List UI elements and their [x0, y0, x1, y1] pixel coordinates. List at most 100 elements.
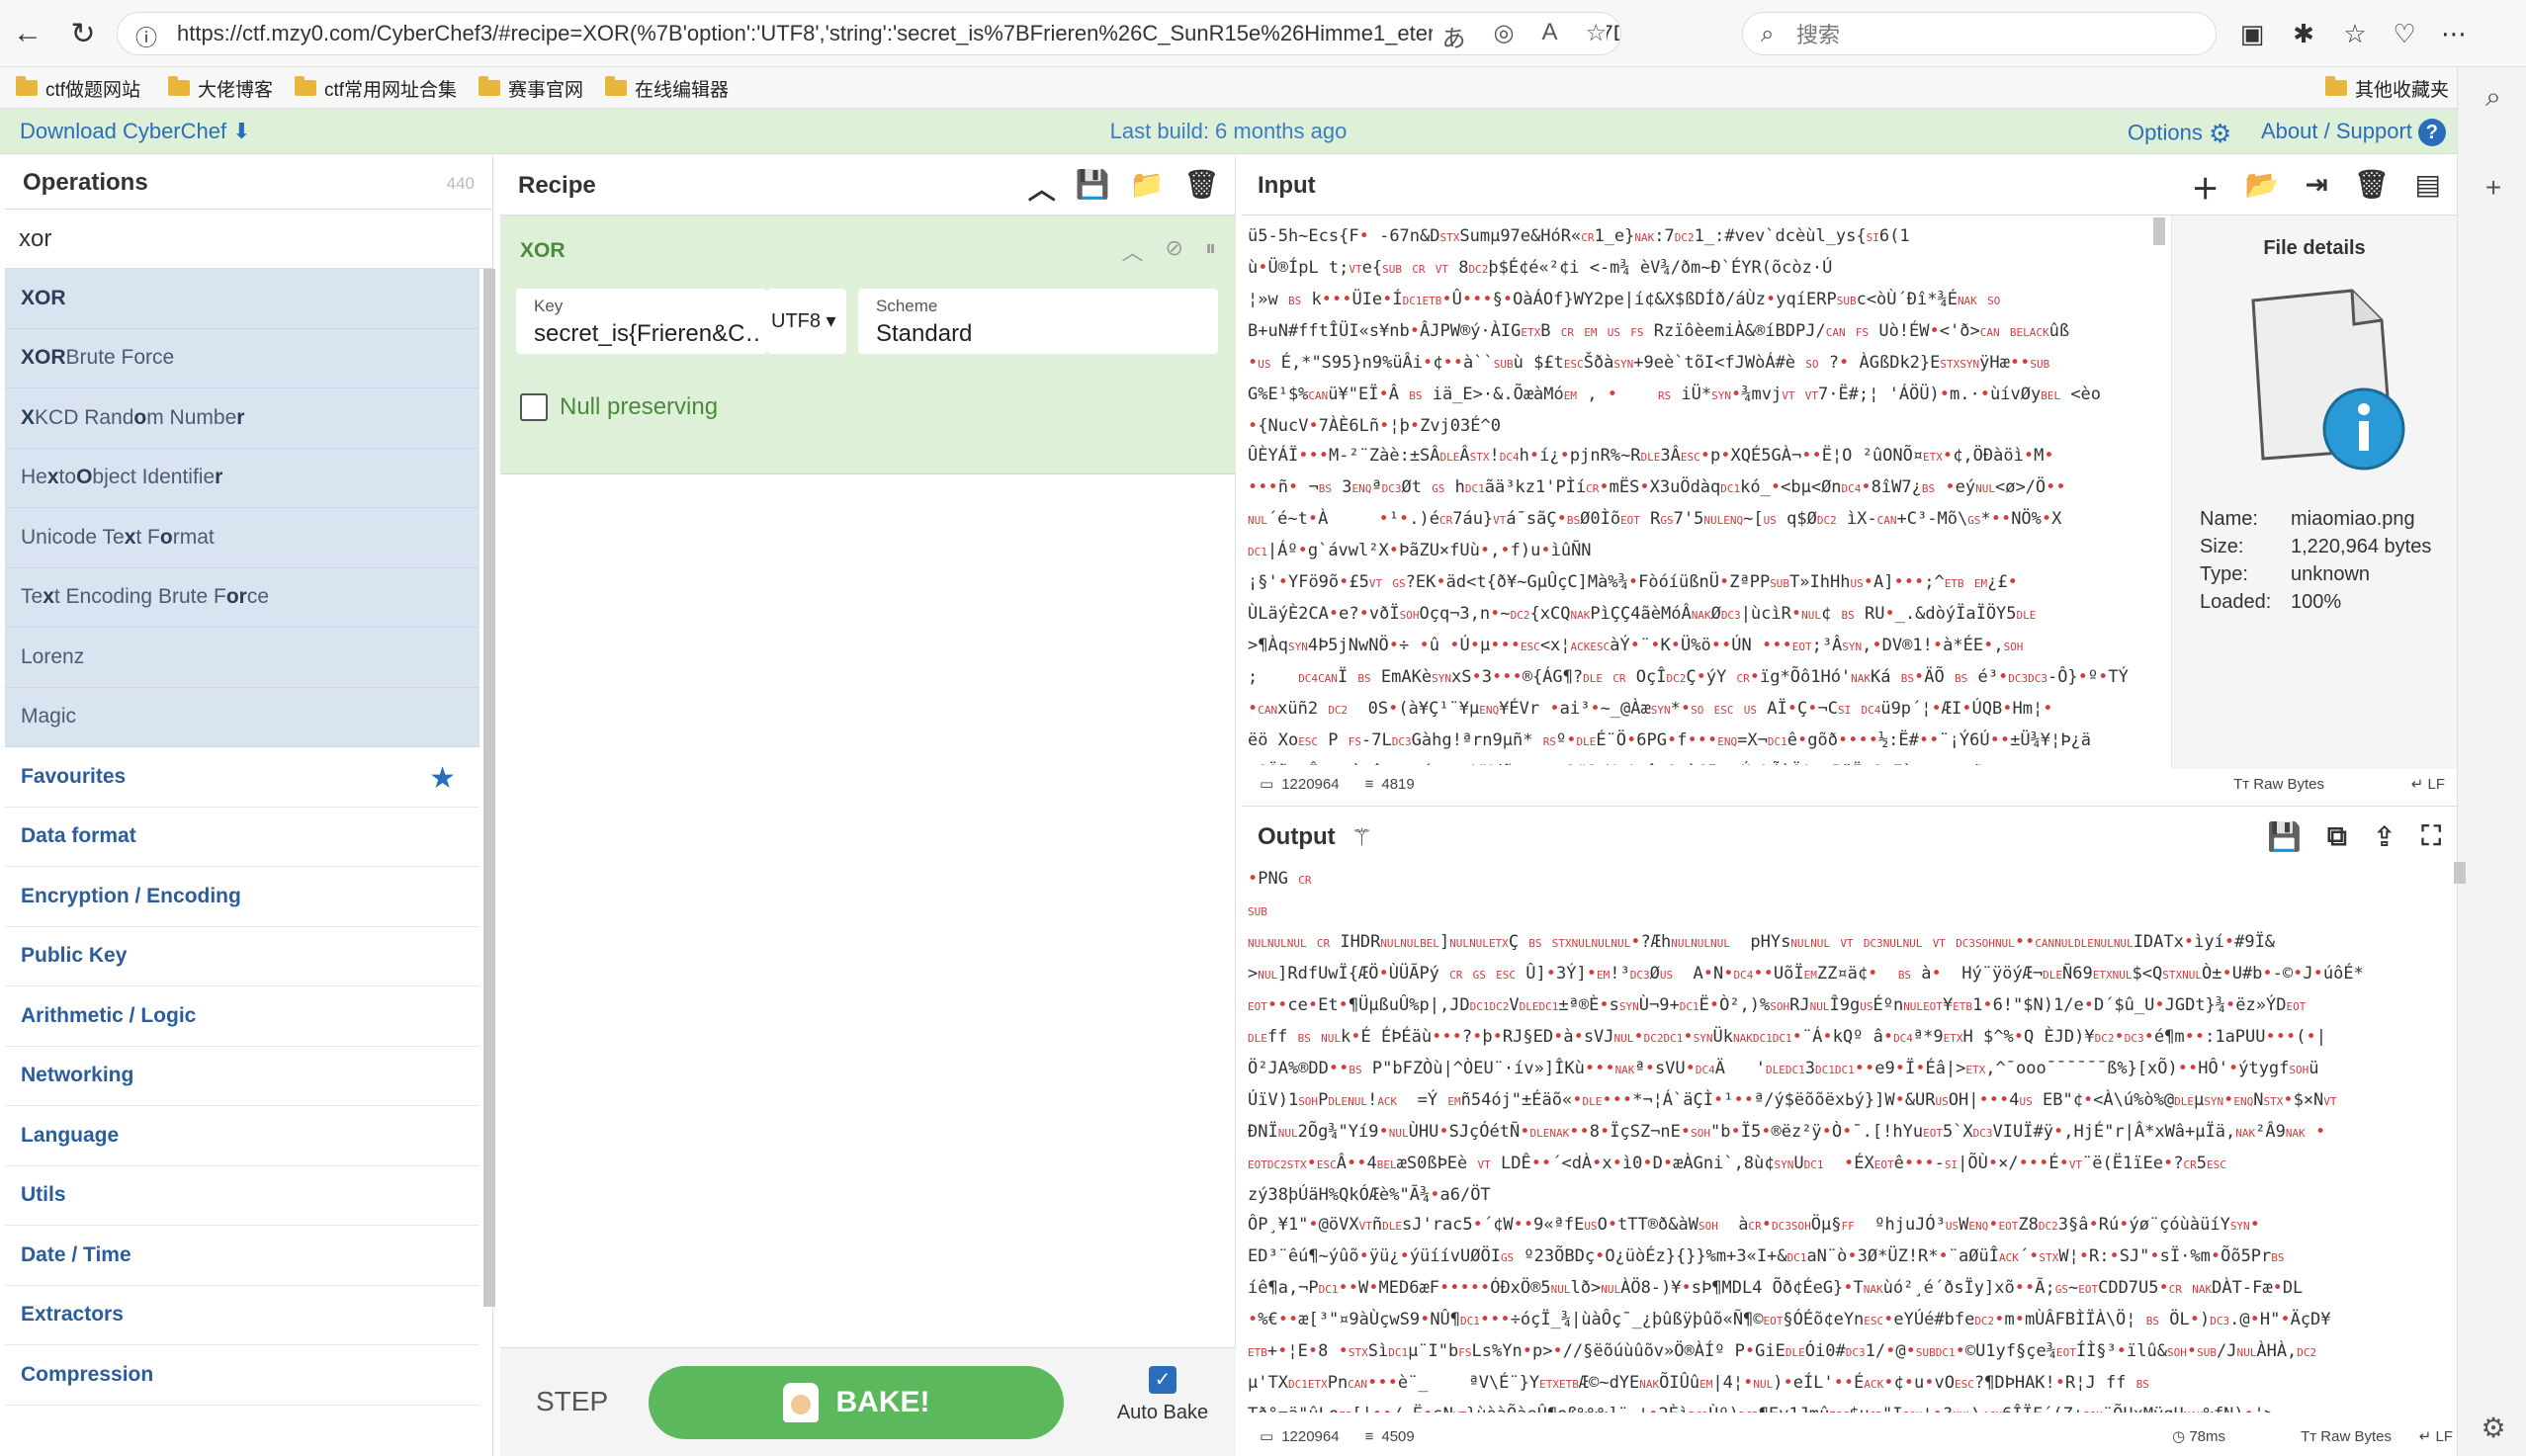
op-lorenz[interactable]: Lorenz — [5, 628, 479, 688]
category-encryption-encoding[interactable]: Encryption / Encoding — [5, 867, 479, 927]
category-favourites[interactable]: Favourites ★ — [5, 747, 479, 808]
op-unicode-text-format[interactable]: Unicode Te x t Fo rmat — [5, 508, 479, 568]
about-support-button[interactable]: About / Support? — [2261, 119, 2446, 147]
op-magic[interactable]: Magic — [5, 687, 479, 747]
translate-icon[interactable]: あ — [1442, 19, 1466, 53]
operation-search-input[interactable]: xor — [5, 210, 492, 269]
browser-essentials-icon[interactable]: ♡ — [2385, 14, 2424, 53]
category-utils[interactable]: Utils — [5, 1166, 479, 1226]
read-aloud-icon[interactable]: A — [1541, 19, 1557, 53]
text-line: •••ñ• ¬BS 3ENQªDC3Øt GS hDC1ãä³kz1'PÌíCR… — [1248, 477, 2066, 497]
load-recipe-folder-icon[interactable]: 📁 — [1130, 168, 1165, 208]
gear-icon[interactable]: ⚙ — [2478, 1412, 2509, 1443]
bookmark-folder[interactable]: 赛事官网 — [479, 73, 583, 103]
op-hex-to-object-identifier[interactable]: He x to Object Identifie r — [5, 448, 479, 508]
search-icon: ⌕ — [1761, 21, 1775, 47]
input-status-bar: ▭ 1220964 ≡ 4819 Tт Raw Bytes ↵ LF — [1242, 767, 2457, 801]
input-panel: Input ＋ 📂 ⇥ 🗑 ▤ ü5-5h~Ecs{F• -67n&DSTXSu… — [1242, 156, 2457, 807]
input-length: 1220964 — [1281, 775, 1340, 793]
address-bar[interactable]: ⓘ https://ctf.mzy0.com/CyberChef3/#recip… — [117, 12, 1621, 55]
text-line: G%E¹$%CANü¥"EÏ•Â BS iä_E>·&.ÕæàMóEM , • … — [1248, 385, 2102, 404]
bake-button[interactable]: BAKE! — [649, 1366, 1064, 1439]
browser-toolbar: ← ↻ ⓘ https://ctf.mzy0.com/CyberChef3/#r… — [0, 0, 2526, 67]
recipe-panel: Recipe ︿ 💾 📁 🗑 XOR ︿ ⊘ ⏸ Key secret_is{F… — [500, 156, 1236, 1456]
output-textarea[interactable]: •PNG CR SUB NULNULNUL CR IHDRNULNULBEL]NUL… — [1248, 864, 2454, 1413]
layout-icon[interactable]: ▤ — [2415, 168, 2441, 208]
web-search-box[interactable]: ⌕ 搜索 — [1742, 12, 2217, 55]
category-data-format[interactable]: Data format — [5, 808, 479, 867]
input-encoding[interactable]: Tт Raw Bytes — [2233, 776, 2324, 793]
open-folder-icon[interactable]: 📂 — [2245, 168, 2280, 208]
category-date-time[interactable]: Date / Time — [5, 1226, 479, 1286]
input-textarea[interactable]: ü5-5h~Ecs{F• -67n&DSTXSumµ97e&HóR«CR1_e}… — [1248, 221, 2161, 765]
maximize-icon[interactable]: ⛶ — [2421, 820, 2441, 853]
text-line: zý38þÚäH%QkÓÆè%"Ã¾•a6/ÖT — [1248, 1185, 1491, 1205]
operations-scrollbar[interactable] — [483, 269, 495, 1307]
text-line: ÐNÏNUL2Õg¾"Yí9•NULÙHU•SJçÓétÑ•DLENAK••8•… — [1248, 1122, 2326, 1142]
output-eol[interactable]: ↵ LF — [2419, 1427, 2453, 1445]
more-menu-icon[interactable]: ⋯ — [2434, 14, 2474, 53]
site-info-icon[interactable]: ⓘ — [135, 21, 157, 52]
key-format-dropdown[interactable]: UTF8 ▾ — [767, 289, 846, 354]
collapse-chevron-icon[interactable]: ︿ — [1028, 168, 1056, 208]
extensions-puzzle-icon[interactable]: ✱ — [2284, 14, 2323, 53]
scheme-select[interactable]: Scheme Standard — [858, 289, 1218, 354]
file-type: unknown — [2291, 563, 2371, 585]
output-header: Output ⚚ 💾 ⧉ ⇪ ⛶ — [1258, 820, 2441, 853]
clear-input-trash-icon[interactable]: 🗑 — [2354, 168, 2390, 208]
favorites-icon[interactable]: ☆ — [2335, 14, 2375, 53]
magic-wand-icon[interactable]: ⚚ — [1351, 823, 1373, 852]
category-language[interactable]: Language — [5, 1106, 479, 1166]
reload-icon[interactable]: ↻ — [63, 14, 103, 53]
replace-input-icon[interactable]: ⇪ — [2373, 820, 2395, 853]
open-file-icon[interactable]: ⇥ — [2306, 168, 2328, 208]
folder-icon — [2325, 76, 2347, 96]
back-arrow-icon[interactable]: ← — [8, 14, 47, 53]
input-scrollbar[interactable] — [2153, 217, 2165, 245]
op-xor-brute-force[interactable]: XOR Brute Force — [5, 328, 479, 388]
output-encoding[interactable]: Tт Raw Bytes — [2301, 1428, 2392, 1445]
favorite-star-icon[interactable]: ☆ — [1585, 19, 1607, 53]
bookmark-folder[interactable]: 在线编辑器 — [605, 73, 729, 103]
category-compression[interactable]: Compression — [5, 1345, 479, 1406]
input-eol[interactable]: ↵ LF — [2411, 775, 2445, 793]
bookmark-folder[interactable]: 大佬博客 — [168, 73, 273, 103]
add-tab-icon[interactable]: ＋ — [2192, 168, 2220, 208]
disable-op-icon[interactable]: ⊘ — [1166, 235, 1183, 267]
category-extractors[interactable]: Extractors — [5, 1286, 479, 1345]
text-line: EOT••ce•Et•¶ÜµßuÛ%p|,JDDC1DC2VDLEDC1±ª®È… — [1248, 995, 2307, 1015]
pause-icon[interactable]: ⏸ — [1205, 235, 1216, 267]
category-public-key[interactable]: Public Key — [5, 927, 479, 986]
op-text-encoding-brute-force[interactable]: Te x t Encoding Brute For ce — [5, 567, 479, 628]
add-icon[interactable]: + — [2478, 172, 2509, 204]
null-preserving-checkbox[interactable]: Null preserving — [520, 393, 718, 421]
options-button[interactable]: Options ⚙ — [2128, 119, 2231, 149]
operations-panel: Operations 440 xor XOR XOR Brute Force X… — [5, 156, 495, 1456]
auto-bake-checkbox[interactable]: ✓ Auto Bake — [1103, 1366, 1222, 1424]
output-length: 1220964 — [1281, 1427, 1340, 1445]
bookmark-folder[interactable]: ctf做题网站 — [16, 73, 140, 103]
output-scrollbar[interactable] — [2454, 862, 2466, 884]
op-xkcd-random-number[interactable]: X KCD Rand o m Numbe r — [5, 388, 479, 449]
chevron-up-icon[interactable]: ︿ — [1122, 235, 1144, 267]
op-xor[interactable]: XOR — [5, 269, 479, 329]
extension-mk-icon[interactable]: ▣ — [2232, 14, 2272, 53]
text-line: ÛÈYÁÏ•••M-²¨Zàè:±SÂDLEÂSTX!DC4h•í¿•pjnR%… — [1248, 446, 2054, 466]
clear-recipe-trash-icon[interactable]: 🗑 — [1183, 168, 1219, 208]
key-input[interactable]: Key secret_is{Frieren&C… — [516, 289, 767, 354]
save-recipe-icon[interactable]: 💾 — [1076, 168, 1110, 208]
text-line: >¶ÀqSYN4Þ5jNwNÖ•÷ •û •Ú•µ•••ESC<x¦ACKESC… — [1248, 636, 2024, 655]
operations-header: Operations 440 — [5, 156, 492, 210]
text-line: •PNG CR — [1248, 869, 1312, 889]
text-line: >NUL]RdfUwÏ{ÆÖ•ÙÜÃPý CR GS ESC Û]•3Ý]•EM… — [1248, 964, 2364, 984]
search-icon[interactable]: ⌕ — [2478, 81, 2509, 113]
category-arithmetic-logic[interactable]: Arithmetic / Logic — [5, 986, 479, 1047]
refresh-circle-icon[interactable]: ◎ — [1494, 19, 1515, 53]
category-networking[interactable]: Networking — [5, 1047, 479, 1106]
step-button[interactable]: STEP — [536, 1386, 608, 1417]
other-favorites-folder[interactable]: 其他收藏夹 — [2325, 73, 2449, 103]
bookmark-folder[interactable]: ctf常用网址合集 — [295, 73, 457, 103]
last-build-text: Last build: 6 months ago — [1109, 119, 1348, 143]
copy-output-icon[interactable]: ⧉ — [2327, 820, 2347, 853]
save-output-icon[interactable]: 💾 — [2267, 820, 2302, 853]
